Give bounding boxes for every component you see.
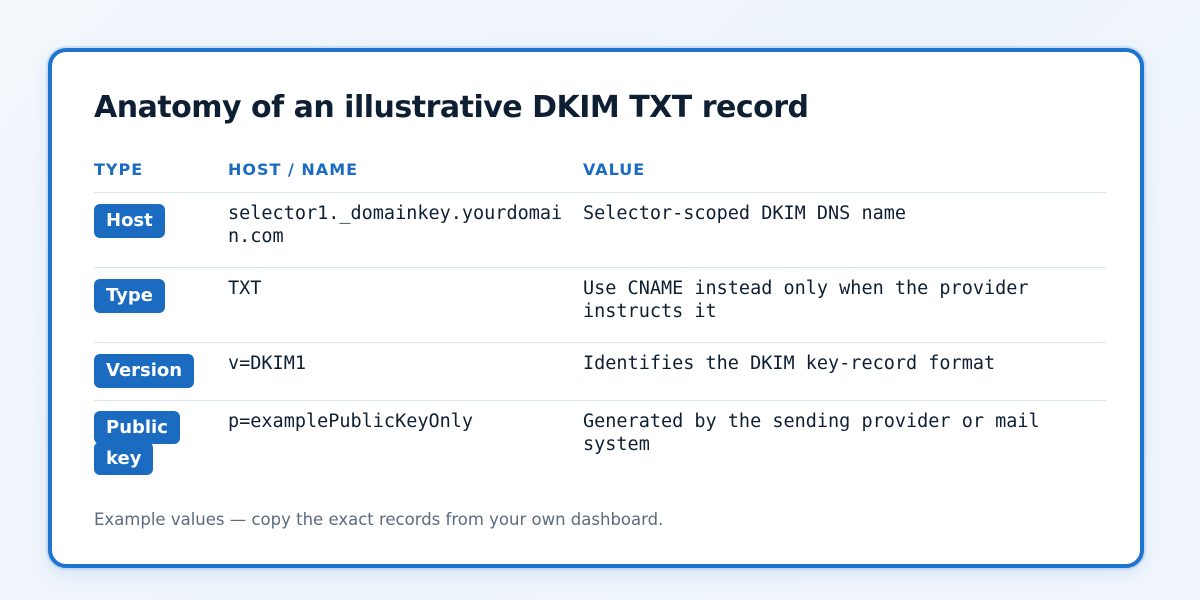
dkim-record-card: Anatomy of an illustrative DKIM TXT reco… [48,48,1144,568]
card-title: Anatomy of an illustrative DKIM TXT reco… [94,90,809,125]
column-header-type: TYPE [94,160,144,179]
host-cell: p=examplePublicKeyOnly [228,411,474,432]
footnote: Example values — copy the exact records … [94,510,664,529]
value-cell: Selector-scoped DKIM DNS name [583,203,907,224]
row-badge: Version [94,354,195,388]
value-cell: Use CNAME instead only when the provider… [583,278,1029,322]
value-cell: Identifies the DKIM key-record format [583,353,996,374]
table-row: Public key p=examplePublicKeyOnly Genera… [94,400,1106,490]
badge-label: Type [94,279,165,313]
badge-label: Public key [94,411,180,475]
host-cell: v=DKIM1 [228,353,306,374]
host-cell: selector1._domainkey.yourdomain.com [228,203,563,247]
column-header-host: HOST / NAME [228,160,359,179]
table-row: Version v=DKIM1 Identifies the DKIM key-… [94,342,1106,401]
badge-label: Host [94,204,165,238]
table-row: Type TXT Use CNAME instead only when the… [94,267,1106,343]
value-cell: Generated by the sending provider or mai… [583,411,1040,455]
row-badge: Type [94,279,168,313]
table-header: TYPE HOST / NAME VALUE [94,158,1106,193]
row-badge: Host [94,204,168,238]
row-badge: Public key [94,411,180,475]
column-header-value: VALUE [583,160,646,179]
host-cell: TXT [228,278,262,299]
badge-label: Version [94,354,195,388]
table-row: Host selector1._domainkey.yourdomain.com… [94,192,1106,268]
